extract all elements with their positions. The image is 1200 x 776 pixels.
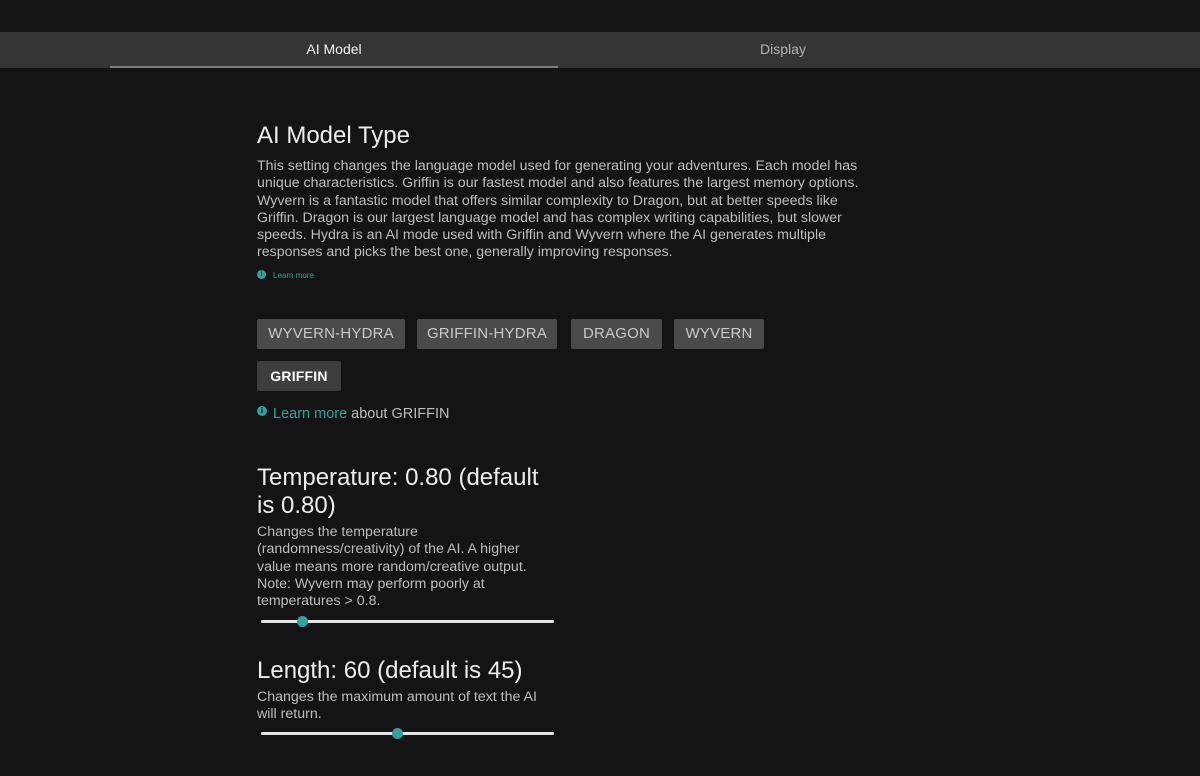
learn-more-model-link[interactable]: Learn more — [273, 406, 347, 422]
tab-ai-model[interactable]: AI Model — [110, 32, 558, 68]
temperature-title: Temperature: 0.80 (default is 0.80) — [257, 464, 539, 519]
length-slider-thumb[interactable] — [391, 728, 403, 739]
settings-content: AI Model Type This setting changes the l… — [257, 122, 867, 739]
learn-more-model: i Learn more about GRIFFIN — [257, 406, 449, 422]
model-button-griffin-hydra[interactable]: GRIFFIN-HYDRA — [417, 319, 557, 349]
model-type-title: AI Model Type — [257, 122, 410, 149]
temperature-slider[interactable] — [261, 616, 554, 627]
model-button-wyvern[interactable]: WYVERN — [674, 319, 764, 349]
model-type-description: This setting changes the language model … — [257, 158, 859, 261]
learn-more-general: i Learn more — [257, 268, 867, 282]
model-button-griffin[interactable]: GRIFFIN — [257, 361, 341, 391]
temperature-slider-thumb[interactable] — [296, 616, 308, 627]
info-icon: i — [257, 270, 266, 280]
tab-display[interactable]: Display — [558, 32, 1008, 68]
length-description: Changes the maximum amount of text the A… — [257, 689, 537, 723]
length-title: Length: 60 (default is 45) — [257, 657, 523, 684]
tab-bar: AI Model Display — [0, 32, 1200, 68]
temperature-description: Changes the temperature (randomness/crea… — [257, 524, 527, 610]
learn-more-model-text: about GRIFFIN — [351, 406, 450, 422]
model-button-dragon[interactable]: DRAGON — [571, 319, 662, 349]
info-icon: i — [257, 406, 267, 416]
length-slider[interactable] — [261, 728, 554, 739]
model-button-wyvern-hydra[interactable]: WYVERN-HYDRA — [257, 319, 405, 349]
learn-more-link[interactable]: Learn more — [273, 271, 314, 280]
